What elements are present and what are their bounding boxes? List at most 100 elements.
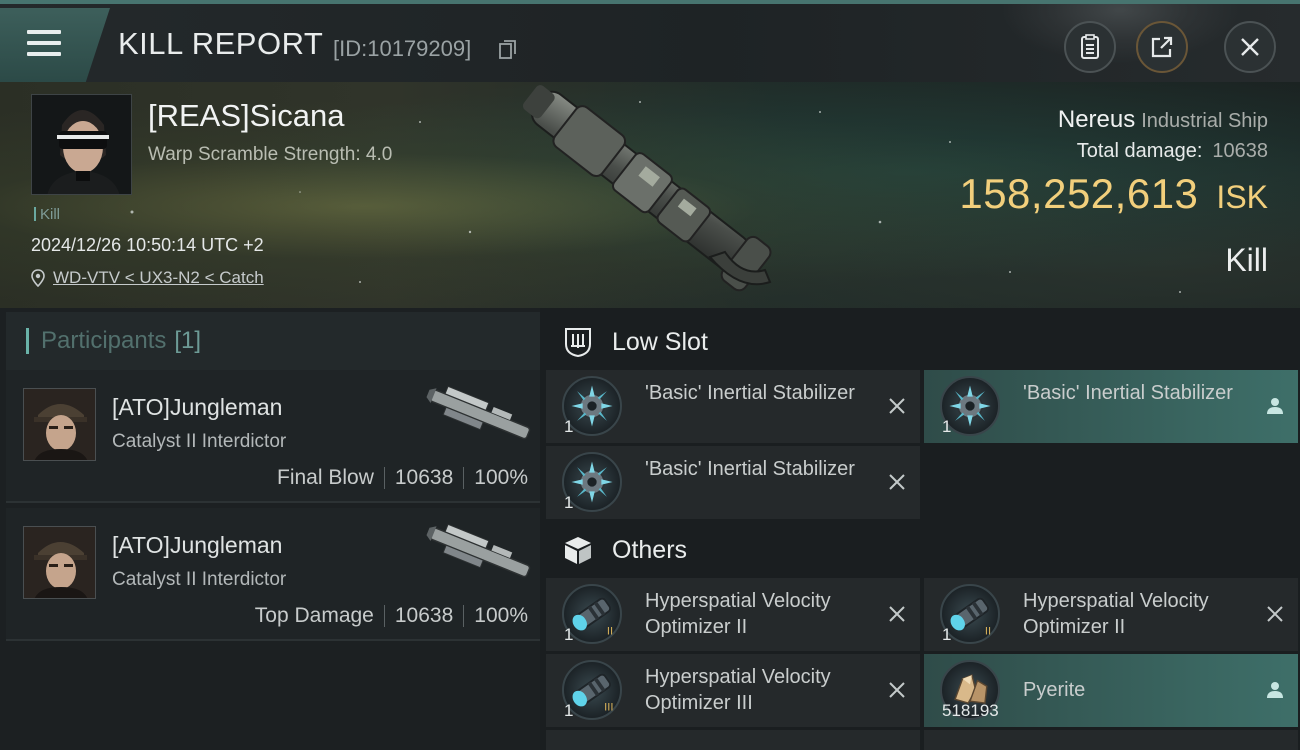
cargo-item[interactable]: II 1 Hyperspatial Velocity Optimizer II	[546, 578, 920, 651]
isk-unit: ISK	[1216, 179, 1268, 215]
svg-text:II: II	[607, 626, 613, 638]
share-button[interactable]	[1136, 21, 1188, 73]
participant-percent: 100%	[474, 466, 528, 489]
victim-portrait	[31, 94, 132, 195]
cargo-item[interactable]	[924, 730, 1298, 750]
participant-ship: Catalyst II Interdictor	[112, 431, 287, 452]
svg-text:III: III	[604, 702, 613, 714]
total-damage-label: Total damage:	[1076, 140, 1203, 162]
item-name: 'Basic' Inertial Stabilizer	[645, 458, 855, 480]
fitting-panel: Low Slot 1 'Basic' Inertial Stabilizer 1…	[540, 308, 1300, 750]
victim-banner: [REAS]Sicana Warp Scramble Strength: 4.0…	[0, 82, 1300, 308]
item-name: Pyerite	[1023, 679, 1086, 701]
cargo-item[interactable]: 518193 Pyerite	[924, 654, 1298, 727]
hamburger-icon	[27, 30, 61, 63]
participants-count: [1]	[174, 327, 202, 354]
participant-role: Top Damage	[254, 604, 374, 627]
kill-result: Kill	[1225, 242, 1268, 278]
fitted-item[interactable]: 1 'Basic' Inertial Stabilizer	[546, 446, 920, 519]
cargo-item[interactable]: III 1 Hyperspatial Velocity Optimizer II…	[546, 654, 920, 727]
svg-text:II: II	[985, 626, 991, 638]
planet-backdrop	[1000, 4, 1240, 64]
isk-value: 158,252,613 ISK	[959, 170, 1268, 218]
item-quantity: 518193	[942, 701, 999, 720]
total-damage: Total damage: 10638	[1077, 140, 1268, 163]
participant-card[interactable]: [ATO]Jungleman Catalyst II Interdictor T…	[6, 508, 540, 641]
participant-role: Final Blow	[277, 466, 374, 489]
close-icon[interactable]	[886, 395, 908, 417]
victim-ship-name[interactable]: Nereus	[1058, 106, 1135, 133]
location-link[interactable]: WD-VTV < UX3-N2 < Catch	[53, 268, 264, 288]
kill-datetime: 2024/12/26 10:50:14 UTC +2	[31, 235, 264, 255]
victim-ship-info: Nereus Industrial Ship	[1058, 106, 1268, 134]
close-icon[interactable]	[886, 603, 908, 625]
item-name: Hyperspatial Velocity Optimizer III	[645, 666, 831, 714]
item-quantity: 1	[942, 625, 952, 644]
participant-portrait	[23, 388, 96, 461]
menu-button[interactable]	[0, 8, 110, 82]
victim-ship-render	[522, 85, 772, 292]
participant-percent: 100%	[474, 604, 528, 627]
item-name: 'Basic' Inertial Stabilizer	[1023, 382, 1233, 404]
stat-divider	[463, 605, 465, 627]
others-label: Others	[612, 535, 688, 564]
box-icon	[565, 537, 591, 564]
low-slot-header: Low Slot	[540, 312, 1300, 372]
clipboard-button[interactable]	[1064, 21, 1116, 73]
participant-ship-render	[426, 385, 531, 440]
top-bar: KILL REPORT [ID:10179209]	[0, 0, 1300, 82]
others-header: Others	[540, 520, 1300, 580]
item-quantity: 1	[564, 493, 574, 512]
participant-damage: 10638	[394, 466, 454, 489]
victim-ship-class: Industrial Ship	[1141, 110, 1268, 132]
location-pin-icon	[31, 269, 45, 287]
participant-stats: Final Blow 10638 100%	[277, 466, 528, 490]
participant-ship-render	[426, 523, 531, 578]
fitted-item[interactable]: 1 'Basic' Inertial Stabilizer	[546, 370, 920, 443]
participants-panel: Participants [1] [ATO]Jungleman Catalyst…	[0, 308, 540, 750]
participant-damage: 10638	[394, 604, 454, 627]
cargo-item[interactable]	[546, 730, 920, 750]
item-quantity: 1	[564, 701, 574, 720]
participants-tab[interactable]: Participants [1]	[6, 312, 540, 370]
low-slot-label: Low Slot	[612, 327, 708, 356]
close-button[interactable]	[1224, 21, 1276, 73]
stat-divider	[463, 467, 465, 489]
close-icon[interactable]	[886, 679, 908, 701]
victim-name[interactable]: [REAS]Sicana	[148, 98, 344, 134]
item-name: Hyperspatial Velocity Optimizer II	[1023, 590, 1209, 638]
isk-amount: 158,252,613	[959, 170, 1199, 217]
low-slot-icon	[565, 328, 591, 358]
participant-stats: Top Damage 10638 100%	[255, 604, 528, 628]
stat-divider	[383, 467, 385, 489]
page-title: KILL REPORT	[118, 26, 324, 61]
close-icon[interactable]	[1264, 603, 1286, 625]
participant-card[interactable]: [ATO]Jungleman Catalyst II Interdictor F…	[6, 370, 540, 503]
close-icon	[1241, 38, 1259, 56]
participant-portrait	[23, 526, 96, 599]
item-name: 'Basic' Inertial Stabilizer	[645, 382, 855, 404]
kill-location[interactable]: WD-VTV < UX3-N2 < Catch	[31, 268, 264, 288]
fitted-item[interactable]: 1 'Basic' Inertial Stabilizer	[924, 370, 1298, 443]
person-icon[interactable]	[1264, 679, 1286, 701]
participant-avatar-image	[24, 527, 95, 598]
item-name: Hyperspatial Velocity Optimizer II	[645, 590, 831, 638]
participant-avatar-image	[24, 389, 95, 460]
item-quantity: 1	[564, 417, 574, 436]
warp-scramble-strength: Warp Scramble Strength: 4.0	[148, 144, 393, 165]
total-damage-value: 10638	[1212, 140, 1268, 162]
person-icon[interactable]	[1264, 395, 1286, 417]
item-quantity: 1	[564, 625, 574, 644]
close-icon[interactable]	[886, 471, 908, 493]
share-icon	[1151, 36, 1173, 58]
clipboard-icon	[1081, 34, 1099, 59]
cargo-item[interactable]: II 1 Hyperspatial Velocity Optimizer II	[924, 578, 1298, 651]
participant-name[interactable]: [ATO]Jungleman	[112, 394, 282, 421]
participant-ship: Catalyst II Interdictor	[112, 569, 287, 590]
participants-label: Participants	[41, 327, 167, 354]
participant-name[interactable]: [ATO]Jungleman	[112, 532, 282, 559]
kill-tag: Kill	[34, 206, 60, 223]
pilot-portrait-image	[32, 95, 131, 194]
stat-divider	[383, 605, 385, 627]
copy-icon[interactable]	[498, 39, 518, 61]
